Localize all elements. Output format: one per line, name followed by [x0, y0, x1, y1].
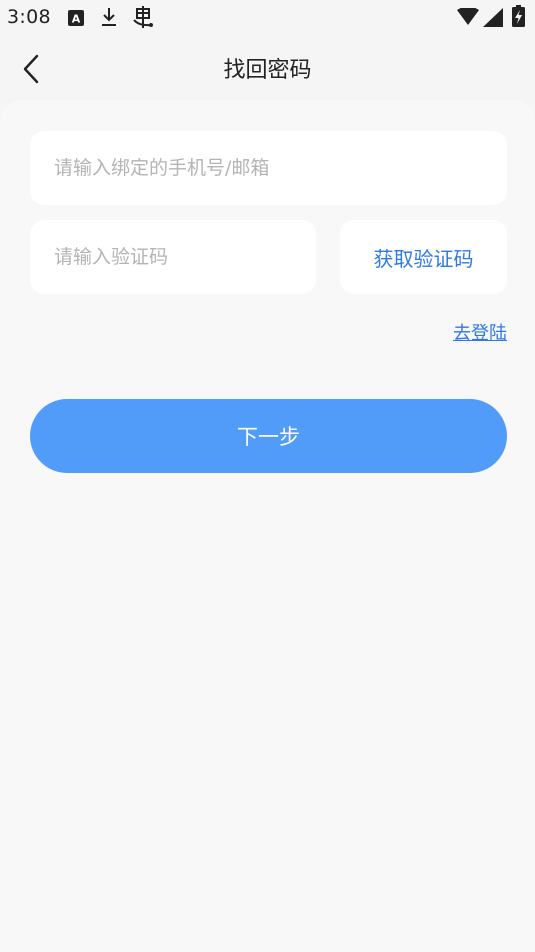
wifi-icon [457, 6, 479, 31]
get-code-button[interactable]: 获取验证码 [340, 220, 507, 294]
bug-icon [131, 6, 155, 33]
svg-text:A: A [72, 13, 81, 26]
form-card: 获取验证码 去登陆 下一步 [0, 100, 535, 952]
code-field-container [30, 220, 316, 294]
go-login-link[interactable]: 去登陆 [453, 319, 507, 345]
status-bar: 3:08 A [0, 0, 535, 36]
account-input[interactable] [30, 131, 507, 205]
account-field-container [30, 131, 507, 205]
signal-icon [483, 8, 503, 32]
download-icon [101, 7, 117, 32]
battery-charging-icon [512, 5, 525, 32]
app-header: 找回密码 [0, 36, 535, 100]
verification-code-input[interactable] [30, 220, 316, 294]
next-step-button[interactable]: 下一步 [30, 399, 507, 473]
page-title: 找回密码 [223, 58, 312, 83]
status-time: 3:08 [7, 6, 51, 28]
a-notification-icon: A [68, 9, 84, 31]
